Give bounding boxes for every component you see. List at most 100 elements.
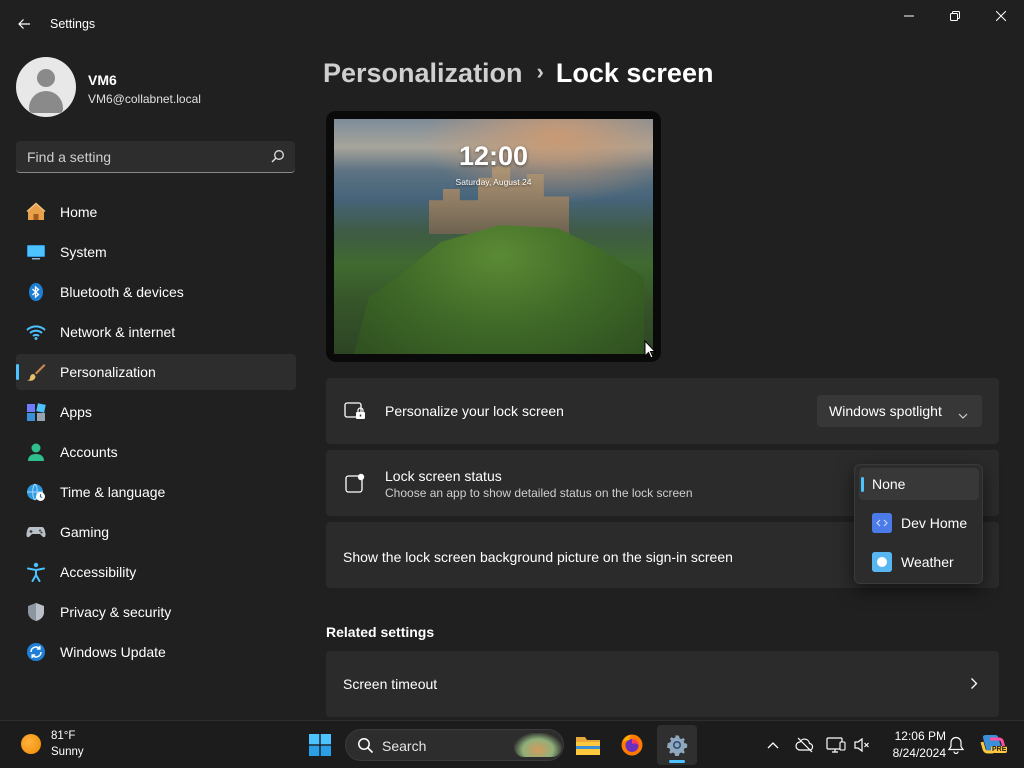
close-icon <box>996 11 1006 21</box>
sidebar-item-gaming[interactable]: Gaming <box>16 514 296 550</box>
related-settings-heading: Related settings <box>326 624 435 640</box>
screen-timeout-row[interactable]: Screen timeout <box>326 651 999 717</box>
screen-timeout-label: Screen timeout <box>343 676 438 692</box>
sidebar-item-privacy[interactable]: Privacy & security <box>16 594 296 630</box>
sidebar-item-personalization[interactable]: Personalization <box>16 354 296 390</box>
avatar-body <box>29 91 63 113</box>
personalize-title: Personalize your lock screen <box>385 403 564 419</box>
breadcrumb-chevron-icon: › <box>536 59 544 84</box>
preview-clock: 12:00 <box>458 141 529 171</box>
gamepad-icon <box>26 522 46 542</box>
file-explorer-button[interactable] <box>568 725 608 765</box>
start-button[interactable] <box>300 725 340 765</box>
apps-icon <box>26 402 46 422</box>
network-display-icon[interactable] <box>826 735 846 755</box>
dropdown-option-dev-home[interactable]: Dev Home <box>859 507 979 539</box>
option-label: None <box>872 476 906 492</box>
taskbar: 81°F Sunny Search 12:06 PM 8/24/2024 PRE <box>0 720 1024 768</box>
sidebar-item-label: Accounts <box>60 444 118 460</box>
minimize-button[interactable] <box>886 0 932 32</box>
firefox-button[interactable] <box>612 725 652 765</box>
accessibility-icon <box>26 562 46 582</box>
page-title: Lock screen <box>555 58 714 88</box>
user-email: VM6@collabnet.local <box>88 92 201 106</box>
dropdown-option-weather[interactable]: Weather <box>859 546 979 578</box>
restore-button[interactable] <box>932 0 978 32</box>
sidebar-item-label: Personalization <box>60 364 156 380</box>
weather-description: Sunny <box>51 746 84 758</box>
sidebar-item-label: Accessibility <box>60 564 137 580</box>
restore-icon <box>950 11 960 21</box>
lock-screen-preview: 12:00 Saturday, August 24 <box>326 111 661 362</box>
avatar-head <box>37 69 55 87</box>
taskbar-search-label: Search <box>382 738 427 754</box>
sidebar-item-label: Network & internet <box>60 324 176 340</box>
option-label: Weather <box>901 554 954 570</box>
taskbar-search[interactable]: Search <box>345 729 564 761</box>
search-input[interactable]: Find a setting <box>16 141 295 173</box>
sidebar-item-label: Time & language <box>60 484 166 500</box>
dev-home-icon <box>872 513 892 533</box>
copilot-badge: PRE <box>991 746 1008 753</box>
status-widget-icon <box>344 472 366 494</box>
sidebar-item-bluetooth[interactable]: Bluetooth & devices <box>16 274 296 310</box>
sidebar-item-label: Gaming <box>60 524 110 540</box>
firefox-icon <box>621 734 643 756</box>
sidebar-item-label: Privacy & security <box>60 604 172 620</box>
sidebar-nav: Home System Bluetooth & devices Network … <box>16 194 296 674</box>
avatar[interactable] <box>16 57 76 117</box>
onedrive-offline-icon[interactable] <box>795 735 815 755</box>
search-icon <box>271 149 285 168</box>
search-icon <box>357 737 374 759</box>
folder-icon <box>576 737 600 755</box>
breadcrumb: Personalization › Lock screen <box>323 58 713 89</box>
user-name: VM6 <box>88 72 117 88</box>
volume-muted-icon[interactable] <box>852 735 872 755</box>
search-highlight-image <box>514 733 562 757</box>
back-arrow-icon <box>18 19 30 29</box>
sidebar-item-label: Bluetooth & devices <box>60 284 184 300</box>
dropdown-option-none[interactable]: None <box>859 468 979 500</box>
wifi-icon <box>26 322 46 342</box>
lock-screen-icon <box>344 400 366 422</box>
preview-date: Saturday, August 24 <box>455 177 532 187</box>
dropdown-value: Windows spotlight <box>829 403 942 419</box>
sidebar-item-label: Apps <box>60 404 92 420</box>
signin-title: Show the lock screen background picture … <box>343 549 733 565</box>
sidebar-item-label: System <box>60 244 107 260</box>
chevron-right-icon <box>970 677 978 695</box>
sidebar-item-time-language[interactable]: Time & language <box>16 474 296 510</box>
sidebar-item-system[interactable]: System <box>16 234 296 270</box>
minimize-icon <box>904 15 914 17</box>
copilot-icon[interactable]: PRE <box>980 733 1008 757</box>
monitor-icon <box>26 242 46 262</box>
windows-logo-icon <box>309 734 331 756</box>
home-icon <box>26 202 46 222</box>
sun-icon <box>21 734 41 754</box>
sidebar-item-home[interactable]: Home <box>16 194 296 230</box>
chevron-down-icon <box>958 406 968 424</box>
chevron-up-icon[interactable] <box>763 735 783 755</box>
sidebar-item-windows-update[interactable]: Windows Update <box>16 634 296 670</box>
status-subtitle: Choose an app to show detailed status on… <box>385 486 693 500</box>
settings-taskbar-button[interactable] <box>657 725 697 765</box>
close-button[interactable] <box>978 0 1024 32</box>
lock-screen-background-dropdown[interactable]: Windows spotlight <box>817 395 982 427</box>
sidebar-item-network[interactable]: Network & internet <box>16 314 296 350</box>
title-bar: Settings <box>0 0 1024 48</box>
update-icon <box>26 642 46 662</box>
sidebar-item-apps[interactable]: Apps <box>16 394 296 430</box>
person-icon <box>26 442 46 462</box>
sidebar-item-accounts[interactable]: Accounts <box>16 434 296 470</box>
sidebar-item-accessibility[interactable]: Accessibility <box>16 554 296 590</box>
weather-app-icon <box>872 552 892 572</box>
status-title: Lock screen status <box>385 468 502 484</box>
brush-icon <box>26 362 46 382</box>
globe-clock-icon <box>26 482 46 502</box>
clock-time: 12:06 PM <box>894 729 946 743</box>
status-app-dropdown: None Dev Home Weather <box>854 464 983 584</box>
back-button[interactable] <box>10 10 38 38</box>
notification-bell-icon[interactable] <box>946 735 966 755</box>
breadcrumb-parent[interactable]: Personalization <box>323 58 523 88</box>
bluetooth-icon <box>26 282 46 302</box>
